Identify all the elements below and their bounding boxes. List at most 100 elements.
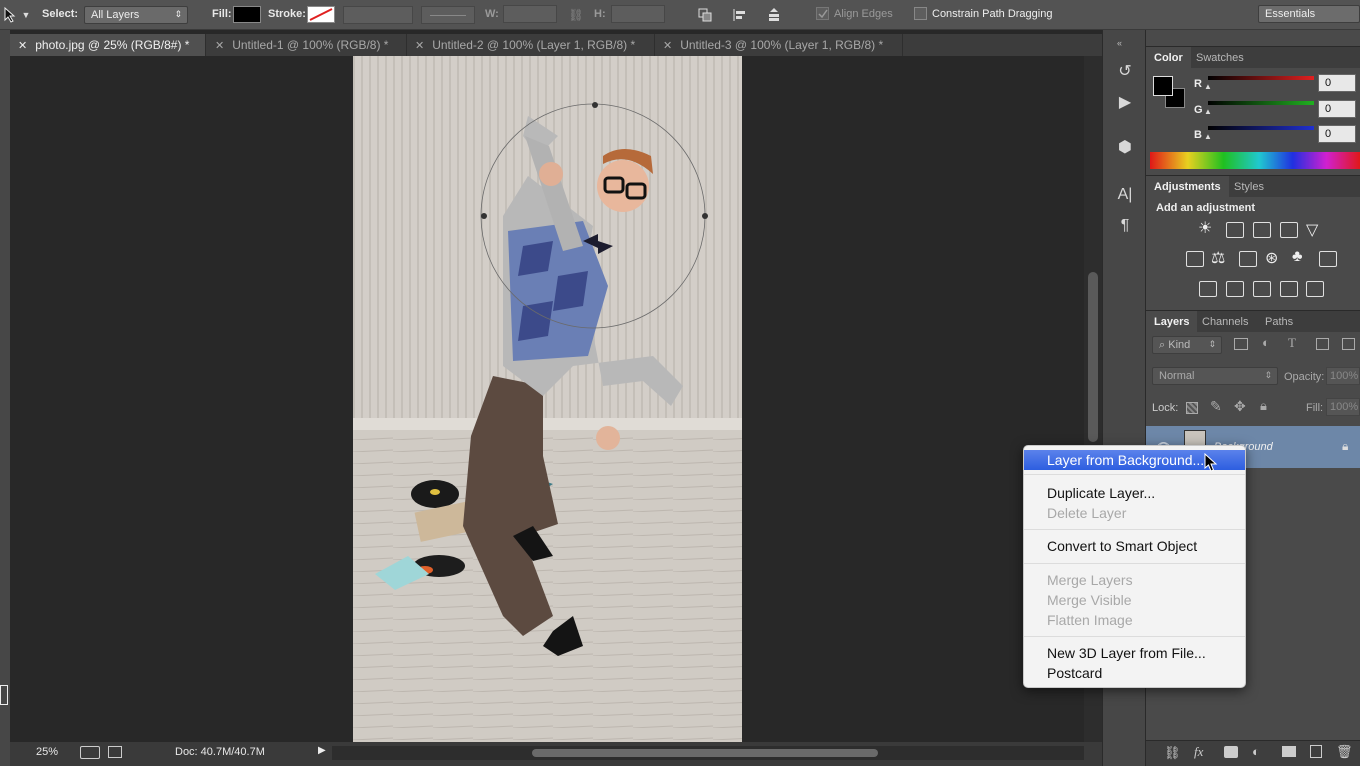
fill-swatch[interactable] bbox=[233, 6, 261, 23]
3d-panel-icon[interactable]: ⬢ bbox=[1115, 138, 1135, 158]
constrain-path-checkbox[interactable] bbox=[914, 7, 927, 20]
fill-label: Fill: bbox=[212, 8, 232, 20]
lock-position-icon[interactable]: ✥ bbox=[1234, 398, 1246, 415]
stroke-swatch[interactable] bbox=[307, 6, 335, 23]
zoom-level[interactable]: 25% bbox=[36, 746, 58, 758]
new-layer-icon[interactable] bbox=[1310, 745, 1322, 758]
vibrance-icon[interactable]: ▽ bbox=[1306, 220, 1318, 240]
width-field[interactable] bbox=[503, 5, 557, 23]
filter-shape-icon[interactable] bbox=[1316, 338, 1329, 350]
filter-adjustment-icon[interactable]: ◐ bbox=[1262, 335, 1270, 350]
tab-adjustments[interactable]: Adjustments bbox=[1146, 176, 1229, 198]
threshold-icon[interactable] bbox=[1253, 281, 1271, 297]
color-spectrum-bar[interactable] bbox=[1150, 152, 1360, 169]
height-field[interactable] bbox=[611, 5, 665, 23]
tab-color[interactable]: Color bbox=[1146, 47, 1191, 69]
exposure-icon[interactable] bbox=[1280, 222, 1298, 238]
path-alignment-icon[interactable] bbox=[730, 5, 750, 25]
vertical-scroll-thumb[interactable] bbox=[1088, 272, 1098, 442]
lock-pixels-brush-icon[interactable]: ✎ bbox=[1210, 398, 1222, 415]
delete-layer-trash-icon[interactable]: 🗑︎ bbox=[1336, 744, 1353, 760]
menu-item-new-3d-layer-from-file[interactable]: New 3D Layer from File... bbox=[1024, 643, 1245, 663]
status-info-icon[interactable] bbox=[80, 746, 100, 759]
fill-opacity-field[interactable]: 100% bbox=[1326, 398, 1360, 416]
r-slider[interactable] bbox=[1208, 76, 1314, 80]
tab-untitled-1[interactable]: ✕ Untitled-1 @ 100% (RGB/8) * bbox=[207, 34, 407, 56]
color-lookup-icon[interactable] bbox=[1319, 251, 1337, 267]
b-slider[interactable] bbox=[1208, 126, 1314, 130]
menu-separator bbox=[1024, 529, 1245, 530]
invert-icon[interactable] bbox=[1199, 281, 1217, 297]
channel-mixer-icon[interactable]: ♣ bbox=[1292, 248, 1303, 266]
layer-kind-filter[interactable]: ⌕ Kind ⇕ bbox=[1152, 336, 1222, 354]
menu-item-duplicate-layer[interactable]: Duplicate Layer... bbox=[1024, 483, 1245, 503]
add-mask-icon[interactable] bbox=[1224, 746, 1238, 758]
doc-size: Doc: 40.7M/40.7M bbox=[175, 746, 265, 758]
horizontal-scroll-thumb[interactable] bbox=[532, 749, 878, 757]
b-slider-handle-icon[interactable]: ▲ bbox=[1204, 132, 1212, 141]
black-white-icon[interactable] bbox=[1239, 251, 1257, 267]
share-icon[interactable] bbox=[108, 746, 122, 758]
close-tab-icon[interactable]: ✕ bbox=[215, 40, 224, 52]
close-tab-icon[interactable]: ✕ bbox=[18, 40, 27, 52]
search-icon: ⌕ bbox=[1159, 339, 1166, 351]
posterize-icon[interactable] bbox=[1226, 281, 1244, 297]
blend-mode-dropdown[interactable]: Normal ⇕ bbox=[1152, 367, 1278, 385]
workspace-dropdown[interactable]: Essentials bbox=[1258, 5, 1360, 23]
stroke-type-dropdown[interactable] bbox=[421, 6, 475, 24]
stroke-width-field[interactable] bbox=[343, 6, 413, 24]
actions-play-icon[interactable]: ▶ bbox=[1115, 93, 1135, 113]
b-value-field[interactable]: 0 bbox=[1318, 125, 1356, 143]
layer-style-fx-icon[interactable]: fx bbox=[1194, 744, 1203, 760]
tab-photo[interactable]: ✕ photo.jpg @ 25% (RGB/8#) * bbox=[10, 34, 206, 56]
curves-icon[interactable] bbox=[1253, 222, 1271, 238]
tab-styles[interactable]: Styles bbox=[1226, 176, 1272, 198]
g-slider-handle-icon[interactable]: ▲ bbox=[1204, 107, 1212, 116]
gradient-map-icon[interactable] bbox=[1306, 281, 1324, 297]
paragraph-panel-icon[interactable]: ¶ bbox=[1115, 216, 1135, 236]
r-value-field[interactable]: 0 bbox=[1318, 74, 1356, 92]
character-panel-icon[interactable]: A| bbox=[1115, 185, 1135, 205]
align-edges-checkbox[interactable] bbox=[816, 7, 829, 20]
foreground-color-swatch-front[interactable] bbox=[1153, 76, 1173, 96]
menu-item-postcard[interactable]: Postcard bbox=[1024, 663, 1245, 683]
status-menu-arrow-icon[interactable]: ▶ bbox=[318, 745, 326, 756]
filter-type-icon[interactable]: T bbox=[1288, 335, 1296, 351]
select-dropdown[interactable]: All Layers ⇕ bbox=[84, 6, 188, 24]
r-slider-handle-icon[interactable]: ▲ bbox=[1204, 82, 1212, 91]
selective-color-icon[interactable] bbox=[1280, 281, 1298, 297]
screen-mode-icon[interactable] bbox=[0, 685, 8, 705]
color-balance-icon[interactable]: ⚖ bbox=[1211, 248, 1225, 268]
lock-transparent-icon[interactable] bbox=[1186, 402, 1198, 414]
tab-paths[interactable]: Paths bbox=[1257, 311, 1301, 333]
link-icon[interactable]: ⛓ bbox=[566, 5, 586, 25]
tab-channels[interactable]: Channels bbox=[1194, 311, 1256, 333]
horizontal-scrollbar[interactable] bbox=[332, 746, 1084, 760]
close-tab-icon[interactable]: ✕ bbox=[415, 40, 424, 52]
menu-item-convert-to-smart-object[interactable]: Convert to Smart Object bbox=[1024, 536, 1245, 556]
brightness-contrast-icon[interactable]: ☀ bbox=[1198, 220, 1218, 238]
hue-saturation-icon[interactable] bbox=[1186, 251, 1204, 267]
g-value-field[interactable]: 0 bbox=[1318, 100, 1356, 118]
levels-icon[interactable] bbox=[1226, 222, 1244, 238]
options-bar: ▼ Select: All Layers ⇕ Fill: Stroke: W: … bbox=[0, 0, 1360, 30]
lock-all-icon[interactable]: 🔒︎ bbox=[1260, 398, 1267, 414]
path-arrangement-icon[interactable] bbox=[764, 5, 784, 25]
g-slider[interactable] bbox=[1208, 101, 1314, 105]
close-tab-icon[interactable]: ✕ bbox=[663, 40, 672, 52]
new-adjustment-layer-icon[interactable]: ◐ bbox=[1252, 744, 1260, 759]
path-operations-icon[interactable] bbox=[695, 5, 715, 25]
new-group-folder-icon[interactable] bbox=[1282, 746, 1296, 757]
filter-pixel-icon[interactable] bbox=[1234, 338, 1248, 350]
tab-layers[interactable]: Layers bbox=[1146, 311, 1198, 333]
tab-untitled-2[interactable]: ✕ Untitled-2 @ 100% (Layer 1, RGB/8) * bbox=[407, 34, 655, 56]
filter-smart-object-icon[interactable] bbox=[1342, 338, 1355, 350]
tab-untitled-3[interactable]: ✕ Untitled-3 @ 100% (Layer 1, RGB/8) * bbox=[655, 34, 903, 56]
link-layers-icon[interactable]: ⛓ bbox=[1164, 745, 1181, 761]
tool-preset-chevron-icon[interactable]: ▼ bbox=[16, 5, 36, 25]
history-icon[interactable]: ↺ bbox=[1115, 62, 1135, 82]
opacity-field[interactable]: 100% bbox=[1326, 367, 1360, 385]
photo-filter-icon[interactable]: ⊛ bbox=[1265, 248, 1278, 268]
tab-swatches[interactable]: Swatches bbox=[1188, 47, 1252, 69]
collapse-panels-icon[interactable]: « bbox=[1117, 38, 1122, 48]
